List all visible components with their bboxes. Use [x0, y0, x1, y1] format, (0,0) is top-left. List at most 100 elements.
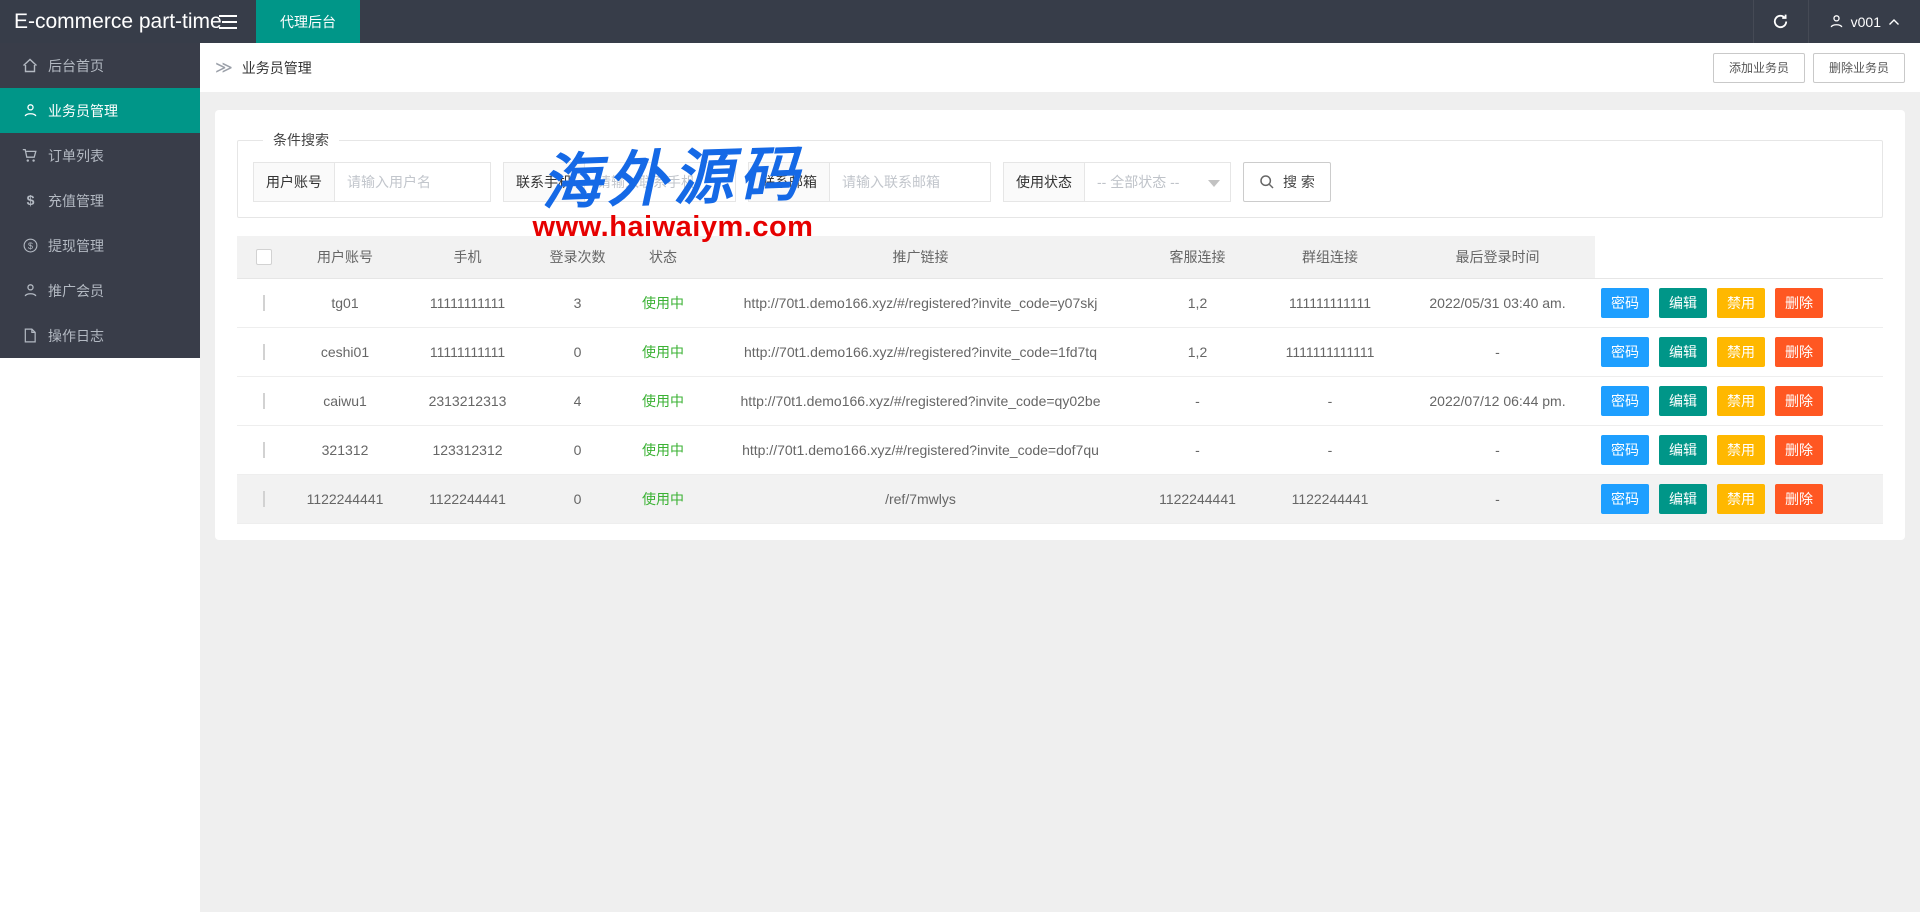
- page-title: 业务员管理: [241, 59, 312, 76]
- delete-salesman-button[interactable]: 删除业务员: [1812, 52, 1905, 83]
- status-field-group: 使用状态 -- 全部状态 --: [1003, 162, 1231, 202]
- disable-button[interactable]: 禁用: [1717, 288, 1765, 318]
- status-select[interactable]: -- 全部状态 --: [1085, 163, 1230, 201]
- home-icon: [22, 58, 38, 73]
- logins-cell: 4: [573, 393, 582, 409]
- delete-button[interactable]: 删除: [1775, 337, 1823, 367]
- password-button[interactable]: 密码: [1601, 484, 1649, 514]
- table-header-row: 用户账号 手机 登录次数 状态 推广链接 客服连接 群组连接 最后登录时间: [237, 236, 1883, 279]
- sidebar-item-label: 订单列表: [48, 147, 104, 164]
- select-all-checkbox[interactable]: [255, 249, 272, 265]
- column-header: 推广链接: [706, 236, 1135, 278]
- status-cell: 使用中: [642, 295, 684, 311]
- sidebar-item-withdraw[interactable]: $ 提现管理: [0, 223, 200, 268]
- row-checkbox[interactable]: [262, 295, 265, 311]
- account-field-group: 用户账号: [253, 162, 491, 202]
- delete-button[interactable]: 删除: [1775, 288, 1823, 318]
- sidebar-item-recharge[interactable]: $ 充值管理: [0, 178, 200, 223]
- table-row: caiwu1 2313212313 4 使用中 http://70t1.demo166.…: [237, 377, 1883, 426]
- password-button[interactable]: 密码: [1601, 337, 1649, 367]
- chevron-down-icon: [1208, 180, 1220, 187]
- chevron-up-icon: [1888, 18, 1900, 26]
- row-checkbox[interactable]: [262, 344, 265, 360]
- checkbox-cell: [237, 295, 290, 311]
- column-header: [1595, 236, 1883, 278]
- user-icon: [22, 283, 38, 298]
- table-row: tg01 11111111111 3 使用中 http://70t1.demo166.x…: [237, 279, 1883, 328]
- checkbox-cell: [237, 344, 290, 360]
- row-checkbox[interactable]: [262, 442, 265, 458]
- status-cell: 使用中: [642, 393, 684, 409]
- sidebar-item-home[interactable]: 后台首页: [0, 43, 200, 88]
- edit-button[interactable]: 编辑: [1659, 288, 1707, 318]
- user-menu[interactable]: v001: [1809, 0, 1920, 43]
- tab-agent-admin[interactable]: 代理后台: [256, 0, 360, 43]
- account-cell: caiwu1: [323, 393, 367, 409]
- sidebar-item-logs[interactable]: 操作日志: [0, 313, 200, 358]
- account-cell: 321312: [321, 442, 369, 458]
- svg-text:$: $: [26, 193, 34, 208]
- phone-cell: 2313212313: [428, 393, 507, 409]
- hamburger-icon: [219, 14, 237, 29]
- last-login-cell: -: [1495, 442, 1500, 458]
- account-input[interactable]: [335, 163, 490, 201]
- search-fieldset: 条件搜索 用户账号 联系手机 联系邮箱 使用状态: [237, 130, 1883, 218]
- last-login-cell: 2022/07/12 06:44 pm.: [1429, 393, 1566, 409]
- group-link-cell: 1111111111111: [1285, 344, 1375, 360]
- checkbox-cell: [237, 442, 290, 458]
- phone-input[interactable]: [585, 163, 735, 201]
- service-link-cell: 1,2: [1187, 344, 1208, 360]
- row-checkbox[interactable]: [262, 491, 265, 507]
- refresh-icon: [1772, 13, 1789, 30]
- sidebar-item-label: 提现管理: [48, 237, 104, 254]
- service-link-cell: 1,2: [1187, 295, 1208, 311]
- status-cell: 使用中: [642, 442, 684, 458]
- status-select-value: -- 全部状态 --: [1097, 174, 1180, 190]
- status-field-label: 使用状态: [1004, 163, 1085, 201]
- disable-button[interactable]: 禁用: [1717, 337, 1765, 367]
- column-header: 用户账号: [290, 236, 400, 278]
- content-card: 条件搜索 用户账号 联系手机 联系邮箱 使用状态: [215, 110, 1905, 540]
- actions-cell: 密码 编辑 禁用 删除: [1595, 337, 1883, 367]
- edit-button[interactable]: 编辑: [1659, 386, 1707, 416]
- salesman-table: 用户账号 手机 登录次数 状态 推广链接 客服连接 群组连接 最后登录时间 tg01 111111…: [237, 236, 1883, 524]
- delete-button[interactable]: 删除: [1775, 435, 1823, 465]
- sidebar-item-label: 业务员管理: [48, 102, 118, 119]
- topbar: E-commerce part-time 代理后台 v001: [0, 0, 1920, 43]
- actions-cell: 密码 编辑 禁用 删除: [1595, 435, 1883, 465]
- row-checkbox[interactable]: [262, 393, 265, 409]
- disable-button[interactable]: 禁用: [1717, 386, 1765, 416]
- password-button[interactable]: 密码: [1601, 288, 1649, 318]
- column-header: 客服连接: [1135, 236, 1260, 278]
- phone-cell: 11111111111: [429, 344, 506, 360]
- add-salesman-button[interactable]: 添加业务员: [1712, 52, 1805, 83]
- phone-field-group: 联系手机: [503, 162, 736, 202]
- disable-button[interactable]: 禁用: [1717, 484, 1765, 514]
- promo-link-cell: /ref/7mwlys: [885, 491, 956, 507]
- app-title: E-commerce part-time: [14, 9, 222, 33]
- sidebar-item-promotion[interactable]: 推广会员: [0, 268, 200, 313]
- delete-button[interactable]: 删除: [1775, 484, 1823, 514]
- circle-dollar-icon: $: [22, 238, 38, 253]
- account-cell: ceshi01: [320, 344, 370, 360]
- sidebar-item-label: 推广会员: [48, 282, 104, 299]
- group-link-cell: 111111111111: [1288, 295, 1371, 311]
- edit-button[interactable]: 编辑: [1659, 337, 1707, 367]
- disable-button[interactable]: 禁用: [1717, 435, 1765, 465]
- email-input[interactable]: [830, 163, 990, 201]
- column-header: 最后登录时间: [1400, 236, 1595, 278]
- refresh-button[interactable]: [1752, 0, 1809, 43]
- column-header: 登录次数: [535, 236, 620, 278]
- status-cell: 使用中: [642, 491, 684, 507]
- edit-button[interactable]: 编辑: [1659, 435, 1707, 465]
- search-button[interactable]: 搜 索: [1243, 162, 1331, 202]
- promo-link-cell: http://70t1.demo166.xyz/#/registered?inv…: [742, 442, 1099, 458]
- password-button[interactable]: 密码: [1601, 435, 1649, 465]
- password-button[interactable]: 密码: [1601, 386, 1649, 416]
- service-link-cell: 1122244441: [1159, 491, 1236, 507]
- sidebar-item-salesman[interactable]: 业务员管理: [0, 88, 200, 133]
- sidebar-item-orders[interactable]: 订单列表: [0, 133, 200, 178]
- delete-button[interactable]: 删除: [1775, 386, 1823, 416]
- edit-button[interactable]: 编辑: [1659, 484, 1707, 514]
- menu-toggle-button[interactable]: [200, 0, 256, 43]
